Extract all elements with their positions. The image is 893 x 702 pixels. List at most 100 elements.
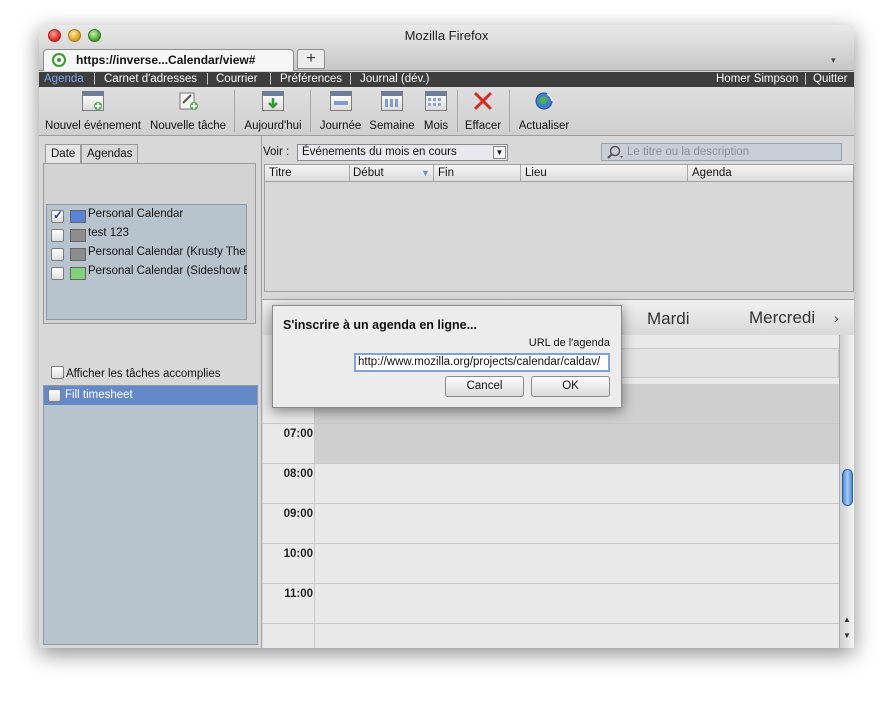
- calendar-label: Personal Calendar (Krusty The Clown): [88, 246, 247, 258]
- calendar-color-swatch: [70, 248, 86, 261]
- hour-row: 08:00: [263, 464, 839, 504]
- left-panel: Date Agendas ✓ Personal Calendar test 12…: [39, 136, 262, 648]
- hour-row: 07:00: [263, 424, 839, 464]
- calendar-checkbox[interactable]: [51, 229, 64, 242]
- month-view-button[interactable]: Mois: [419, 87, 453, 136]
- new-tab-button[interactable]: +: [297, 49, 325, 69]
- new-task-button[interactable]: Nouvelle tâche: [147, 87, 229, 136]
- menu-separator: |: [93, 73, 96, 85]
- calendar-item[interactable]: Personal Calendar (Krusty The Clown): [51, 245, 247, 264]
- menu-preferences[interactable]: Préférences: [280, 73, 342, 85]
- menu-mail[interactable]: Courrier: [216, 73, 258, 85]
- search-placeholder: Le titre ou la description: [627, 146, 750, 158]
- toolbar-separator: [234, 90, 235, 132]
- event-list: [264, 182, 854, 292]
- task-item[interactable]: Fill timesheet: [44, 386, 257, 405]
- new-task-icon: [177, 91, 199, 111]
- tab-date[interactable]: Date: [45, 144, 82, 164]
- day-view-icon: [329, 91, 352, 111]
- menu-journal[interactable]: Journal (dév.): [360, 73, 429, 85]
- hour-label: 10:00: [283, 548, 313, 560]
- cancel-button[interactable]: Cancel: [445, 376, 524, 397]
- calendar-item[interactable]: ✓ Personal Calendar: [51, 207, 247, 226]
- window-title: Mozilla Firefox: [404, 28, 489, 43]
- month-view-icon: [425, 91, 447, 111]
- hour-cell[interactable]: [315, 464, 839, 503]
- column-start[interactable]: Début: [353, 167, 384, 179]
- calendar-scrollbar[interactable]: ▲ ▼: [839, 335, 854, 648]
- week-view-button[interactable]: Semaine: [367, 87, 417, 136]
- toolbar-separator: [509, 90, 510, 132]
- menu-logout[interactable]: Quitter: [813, 73, 848, 85]
- browser-tab[interactable]: https://inverse...Calendar/view#: [43, 49, 294, 71]
- today-button[interactable]: Aujourd'hui: [241, 87, 305, 136]
- column-location[interactable]: Lieu: [525, 167, 547, 179]
- task-label: Fill timesheet: [65, 389, 133, 401]
- refresh-icon: [533, 91, 555, 111]
- search-input[interactable]: Le titre ou la description: [601, 143, 842, 161]
- tab-list-icon[interactable]: ▾: [831, 55, 836, 66]
- ok-button[interactable]: OK: [531, 376, 610, 397]
- menu-agenda[interactable]: Agenda: [44, 73, 84, 85]
- calendar-item[interactable]: Personal Calendar (Sideshow Bob): [51, 264, 247, 283]
- delete-button[interactable]: Effacer: [460, 87, 506, 136]
- hour-row: 09:00: [263, 504, 839, 544]
- calendar-checkbox[interactable]: [51, 267, 64, 280]
- column-agenda[interactable]: Agenda: [692, 167, 732, 179]
- calendar-color-swatch: [70, 267, 86, 280]
- show-completed-checkbox[interactable]: [51, 366, 64, 379]
- subscribe-calendar-dialog: S'inscrire à un agenda en ligne... URL d…: [272, 305, 622, 408]
- app-menubar: Agenda | Carnet d'adresses | Courrier | …: [39, 72, 854, 87]
- new-event-icon: [82, 91, 104, 111]
- site-icon: [52, 53, 66, 67]
- task-checkbox[interactable]: [48, 389, 61, 402]
- today-icon: [262, 91, 284, 111]
- checkmark-icon: ✓: [53, 208, 64, 222]
- hour-cell[interactable]: [315, 504, 839, 543]
- hour-row: 11:00: [263, 584, 839, 624]
- hour-cell[interactable]: [315, 424, 839, 463]
- view-filter-select[interactable]: Événements du mois en cours ▼: [297, 144, 508, 161]
- toolbar: Nouvel événement Nouvelle tâche Aujourd'…: [39, 87, 854, 136]
- column-end[interactable]: Fin: [438, 167, 454, 179]
- hour-label: 09:00: [283, 508, 313, 520]
- scroll-up-icon[interactable]: ▲: [843, 615, 851, 624]
- day-view-button[interactable]: Journée: [317, 87, 364, 136]
- calendar-label: Personal Calendar (Sideshow Bob): [88, 265, 247, 277]
- menu-address-book[interactable]: Carnet d'adresses: [104, 73, 197, 85]
- hour-cell[interactable]: [315, 544, 839, 583]
- view-filter-value: Événements du mois en cours: [302, 146, 457, 158]
- show-completed-label: Afficher les tâches accomplies: [66, 368, 221, 380]
- hour-label: 07:00: [283, 428, 313, 440]
- refresh-button[interactable]: Actualiser: [513, 87, 575, 136]
- calendar-url-input[interactable]: http://www.mozilla.org/projects/calendar…: [354, 353, 610, 372]
- day-view-label: Journée: [319, 120, 362, 132]
- menu-user[interactable]: Homer Simpson: [716, 73, 798, 85]
- delete-label: Effacer: [464, 120, 502, 132]
- calendar-checkbox[interactable]: ✓: [51, 208, 64, 223]
- menu-separator: |: [349, 73, 352, 85]
- search-icon: [607, 145, 623, 159]
- show-completed-tasks[interactable]: Afficher les tâches accomplies: [51, 364, 220, 380]
- scrollbar-thumb[interactable]: [842, 469, 853, 506]
- calendar-list: ✓ Personal Calendar test 123 Personal Ca…: [46, 204, 247, 320]
- scroll-down-icon[interactable]: ▼: [843, 631, 851, 640]
- menu-separator: |: [206, 73, 209, 85]
- title-bar: Mozilla Firefox https://inverse...Calend…: [39, 25, 854, 71]
- menu-separator: |: [269, 73, 272, 85]
- dropdown-arrow-icon: ▼: [493, 146, 506, 159]
- calendar-item[interactable]: test 123: [51, 226, 247, 245]
- tab-agendas[interactable]: Agendas: [81, 144, 139, 164]
- next-day-arrow-icon[interactable]: ›: [834, 310, 839, 326]
- month-view-label: Mois: [423, 120, 449, 132]
- calendar-label: Personal Calendar: [88, 208, 184, 220]
- event-list-header: Titre Début ▼ Fin Lieu Agenda: [264, 164, 854, 182]
- delete-icon: [472, 91, 494, 111]
- hour-cell[interactable]: [315, 584, 839, 623]
- hour-label: 11:00: [284, 588, 313, 600]
- calendar-checkbox[interactable]: [51, 248, 64, 261]
- toolbar-separator: [457, 90, 458, 132]
- calendar-color-swatch: [70, 229, 86, 242]
- new-event-button[interactable]: Nouvel événement: [41, 87, 145, 136]
- column-title[interactable]: Titre: [269, 167, 292, 179]
